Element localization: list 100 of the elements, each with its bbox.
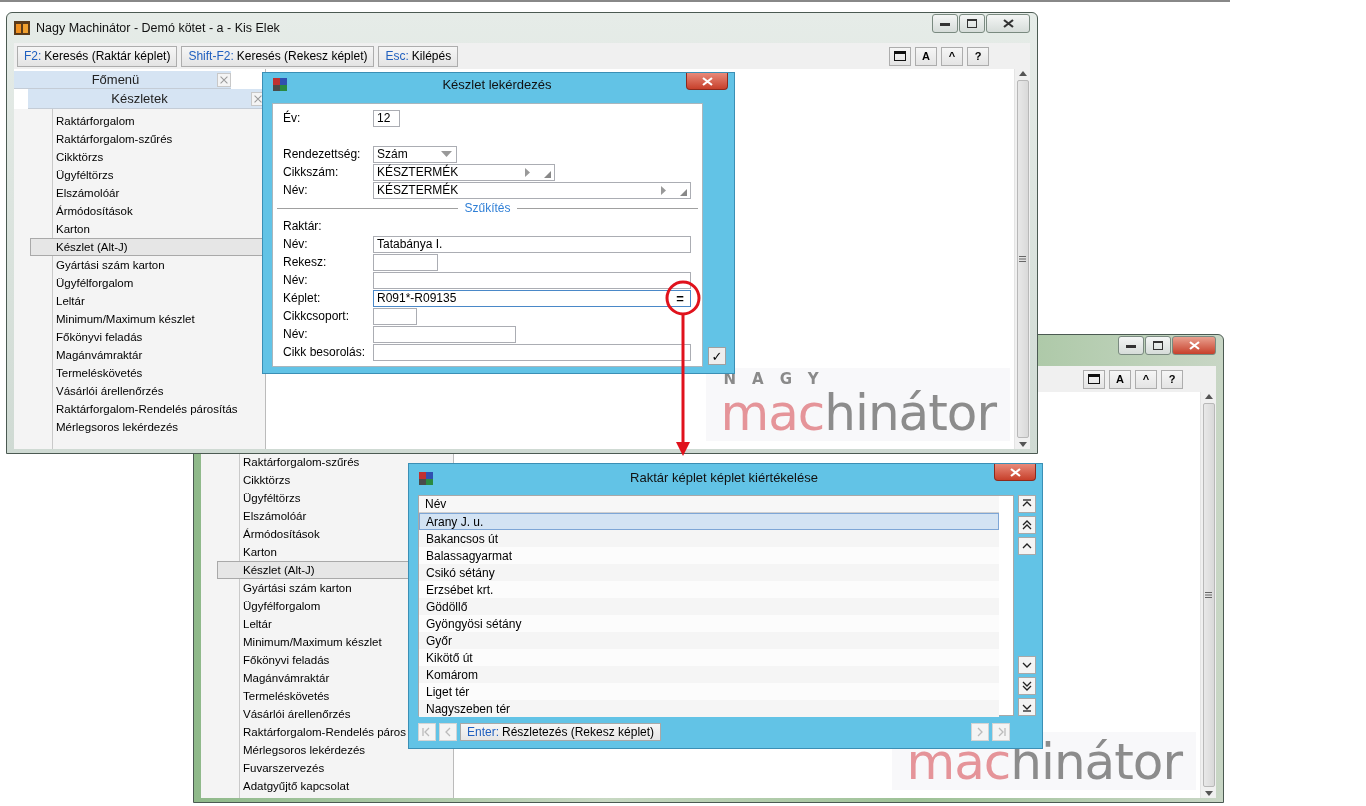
- scroll-up-icon: [1018, 71, 1027, 76]
- close-button[interactable]: [986, 14, 1030, 33]
- field-label: Cikkcsoport:: [283, 309, 351, 323]
- input-field[interactable]: [373, 253, 438, 271]
- scroll-thumb[interactable]: [1016, 80, 1029, 438]
- scroll-button[interactable]: [1018, 656, 1036, 674]
- close-button[interactable]: [686, 73, 728, 90]
- toolbar-button[interactable]: ^: [1135, 369, 1157, 389]
- cube-icon: [418, 469, 434, 486]
- field-label: Képlet:: [283, 291, 322, 305]
- field-label: Év:: [283, 111, 302, 125]
- maximize-icon: [1153, 341, 1163, 350]
- close-button[interactable]: [994, 464, 1036, 481]
- play-icon: [661, 185, 666, 195]
- menu-item[interactable]: Mérlegsoros lekérdezés: [217, 741, 453, 759]
- evaluate-button[interactable]: =: [670, 290, 690, 306]
- scroll-button[interactable]: [1018, 516, 1036, 534]
- input-field[interactable]: [373, 271, 691, 289]
- menu-item[interactable]: Mérlegsoros lekérdezés: [30, 418, 265, 436]
- minimize-button[interactable]: [1118, 336, 1144, 355]
- menu-item[interactable]: Készlet (Alt-J): [30, 238, 265, 256]
- field-label: Név:: [283, 183, 309, 197]
- dropdown-arrow-icon: [441, 151, 452, 157]
- menu-item[interactable]: Minimum/Maximum készlet: [30, 310, 265, 328]
- play-icon: [525, 167, 530, 177]
- dialog-title: Készlet lekérdezés: [441, 76, 553, 92]
- window-icon: [894, 51, 906, 61]
- menu-item[interactable]: Vásárlói árellenőrzés: [30, 382, 265, 400]
- input-field[interactable]: [373, 307, 417, 325]
- scroll-down-icon: [1204, 791, 1213, 796]
- scrollbar[interactable]: [1014, 69, 1030, 449]
- menu-item[interactable]: Termeléskövetés: [30, 364, 265, 382]
- close-icon: [1188, 341, 1200, 350]
- menu-item[interactable]: Raktárforgalom-szűrés: [30, 130, 265, 148]
- menu-item[interactable]: Adatgyűjtő kapcsolat: [217, 777, 453, 795]
- confirm-button[interactable]: ✓: [708, 347, 726, 365]
- window-button[interactable]: [889, 46, 911, 66]
- toolbar-button[interactable]: ?: [1161, 369, 1183, 389]
- toolbar-button[interactable]: A: [915, 46, 937, 66]
- menu-item[interactable]: Ügyféltörzs: [30, 166, 265, 184]
- close-button[interactable]: [1172, 336, 1216, 355]
- toolbar-button[interactable]: ?: [967, 46, 989, 66]
- shortcut-button[interactable]: Shift-F2: Keresés (Rekesz képlet): [181, 45, 375, 67]
- lookup-field[interactable]: KÉSZTERMÉK: [373, 163, 555, 181]
- dialog-title: Raktár képlet képlet kiértékelése: [629, 470, 819, 485]
- menu-item[interactable]: Főkönyvi feladás: [30, 328, 265, 346]
- menu-item[interactable]: Leltár: [30, 292, 265, 310]
- resize-corner-icon: [680, 188, 687, 196]
- scroll-button[interactable]: [1018, 677, 1036, 695]
- menu-item[interactable]: Ármódosítások: [30, 202, 265, 220]
- menu-item[interactable]: Cikktörzs: [30, 148, 265, 166]
- scrollbar[interactable]: [1200, 392, 1216, 798]
- logo-tagline: NAGY: [723, 372, 836, 387]
- menu-item[interactable]: Raktárforgalom-Rendelés párosítás: [30, 400, 265, 418]
- input-field[interactable]: [373, 325, 516, 343]
- detail-button[interactable]: Enter: Részletezés (Rekesz képlet): [460, 723, 662, 741]
- window-button[interactable]: [1083, 369, 1105, 389]
- menu-item[interactable]: Karton: [30, 220, 265, 238]
- scroll-thumb[interactable]: [1202, 403, 1215, 787]
- scroll-button[interactable]: [1018, 495, 1036, 513]
- panel-title: Készletek: [110, 91, 169, 106]
- lookup-field[interactable]: KÉSZTERMÉK: [373, 181, 691, 199]
- app-icon: [14, 20, 30, 36]
- menu-item[interactable]: Raktárforgalom: [30, 112, 265, 130]
- minimize-button[interactable]: [932, 14, 958, 33]
- menu-item[interactable]: Fuvarszervezés: [217, 759, 453, 777]
- shortcut-button[interactable]: F2: Keresés (Raktár képlet): [17, 45, 178, 67]
- table-row[interactable]: Győr: [419, 632, 999, 649]
- maximize-button[interactable]: [959, 14, 985, 33]
- table-row[interactable]: Komárom: [419, 666, 999, 683]
- field-label: Név:: [283, 273, 309, 287]
- double-chevron-down-icon: [1021, 680, 1033, 692]
- maximize-button[interactable]: [1145, 336, 1171, 355]
- input-field[interactable]: Tatabánya I.: [373, 235, 691, 253]
- scroll-button[interactable]: [1018, 698, 1036, 716]
- field-label: Rendezettség:: [283, 147, 362, 161]
- close-icon: [1002, 19, 1014, 28]
- minimize-icon: [1126, 343, 1136, 348]
- table-row[interactable]: Nagyszeben tér: [419, 700, 999, 717]
- grip-icon: [1205, 592, 1212, 598]
- menu-item[interactable]: Elszámolóár: [30, 184, 265, 202]
- table-row[interactable]: Bakancsos út: [419, 530, 999, 547]
- field-label: Név:: [283, 237, 309, 251]
- menu-item[interactable]: Ügyfélforgalom: [30, 274, 265, 292]
- scroll-button[interactable]: [1018, 537, 1036, 555]
- menu-item[interactable]: Magánvámraktár: [30, 346, 265, 364]
- field-label: Raktár:: [283, 219, 323, 233]
- input-field[interactable]: [373, 343, 691, 361]
- toolbar-button[interactable]: A: [1109, 369, 1131, 389]
- close-icon: [701, 76, 713, 86]
- shortcut-button[interactable]: Esc: Kilépés: [378, 45, 459, 67]
- table-row[interactable]: Gödöllő: [419, 598, 999, 615]
- menu-item[interactable]: Gyártási szám karton: [30, 256, 265, 274]
- toolbar-button[interactable]: ^: [941, 46, 963, 66]
- input-field[interactable]: 12: [373, 109, 400, 127]
- table-row[interactable]: Csikó sétány: [419, 564, 999, 581]
- dropdown[interactable]: Szám: [373, 145, 457, 163]
- formula-field[interactable]: R091*-R09135 =: [373, 289, 691, 307]
- cube-icon: [272, 76, 288, 92]
- table-row[interactable]: Arany J. u.: [419, 513, 999, 530]
